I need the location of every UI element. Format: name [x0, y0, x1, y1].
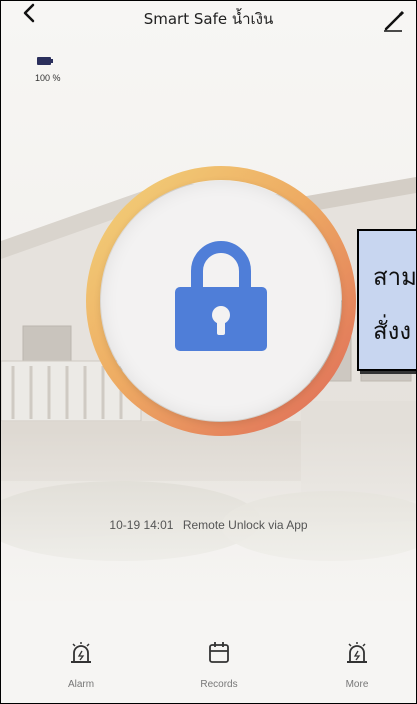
alarm-siren-icon	[347, 642, 367, 663]
alarm-siren-icon	[71, 642, 91, 663]
battery-indicator: 100 %	[23, 57, 63, 87]
tab-alarm-label: Alarm	[67, 679, 95, 690]
callout-line-2: สั่งง	[373, 317, 412, 345]
last-activity-message: Remote Unlock via App	[182, 518, 308, 532]
battery-level-label: 100 %	[35, 73, 61, 83]
lock-icon	[175, 241, 267, 351]
edit-button[interactable]	[378, 5, 412, 35]
tab-records[interactable]: Records	[169, 631, 269, 701]
last-activity-time: 10-19 14:01	[109, 518, 174, 532]
app-screen: Smart Safe น้ำเงิน 100 % สาม สั่งง 10-19…	[0, 0, 417, 704]
tab-records-label: Records	[200, 679, 238, 690]
battery-icon	[37, 57, 51, 65]
bottom-tab-bar: Alarm Records More	[1, 631, 416, 703]
page-title: Smart Safe น้ำเงิน	[143, 10, 274, 28]
pencil-icon	[384, 10, 405, 32]
last-activity-status: 10-19 14:01 Remote Unlock via App	[1, 518, 416, 532]
callout-line-1: สาม	[373, 263, 417, 291]
tab-alarm[interactable]: Alarm	[31, 631, 131, 701]
instruction-callout: สาม สั่งง	[357, 229, 417, 371]
calendar-icon	[209, 642, 229, 663]
tab-more[interactable]: More	[307, 631, 407, 701]
tab-more-label: More	[345, 679, 369, 690]
top-bar: Smart Safe น้ำเงิน	[1, 1, 416, 37]
